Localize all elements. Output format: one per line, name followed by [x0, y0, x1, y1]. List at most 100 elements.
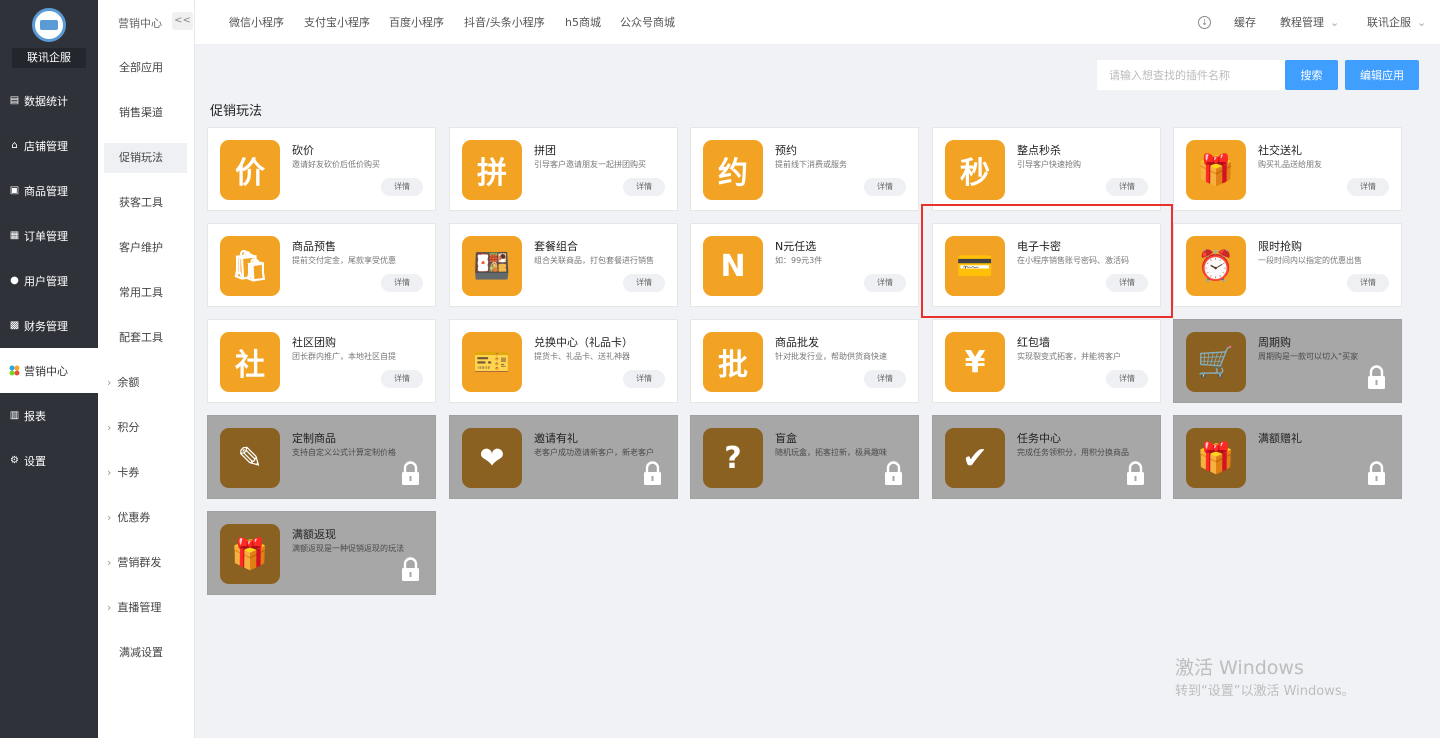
plugin-card[interactable]: ✎ 定制商品 支持自定义公式计算定制价格 [207, 415, 436, 499]
plugin-desc: 购买礼品送给朋友 [1258, 160, 1322, 169]
plugin-desc: 提前线下消费或服务 [775, 160, 847, 169]
plugin-card[interactable]: ? 盲盒 随机玩盒，拓客拉新，极具趣味 [690, 415, 919, 499]
plugin-card[interactable]: 🛒 周期购 周期购是一款可以切入“买家 [1173, 319, 1402, 403]
subnav-item-7[interactable]: 余额 [104, 368, 187, 398]
tab-platform-2[interactable]: 百度小程序 [389, 0, 444, 45]
subnav-item-2[interactable]: 促销玩法 [104, 143, 187, 173]
subnav-item-4[interactable]: 客户维护 [104, 233, 187, 263]
download-icon[interactable]: ↓ [1198, 16, 1211, 29]
sidebar-item-label: 报表 [24, 409, 46, 423]
sidebar-item-2[interactable]: ▣ 商品管理 [0, 168, 98, 213]
detail-button[interactable]: 详情 [1106, 274, 1148, 292]
shop-icon: ⌂ [11, 140, 18, 151]
app-logo[interactable] [32, 8, 66, 42]
detail-button[interactable]: 详情 [1106, 178, 1148, 196]
detail-button[interactable]: 详情 [864, 370, 906, 388]
subnav-item-11[interactable]: 营销群发 [104, 548, 187, 578]
detail-button[interactable]: 详情 [623, 370, 665, 388]
plugin-card[interactable]: 🍱 套餐组合 组合关联商品，打包套餐进行销售 详情 [449, 223, 678, 307]
plugin-card[interactable]: 社社区团购 团长群内推广，本地社区自提 详情 [207, 319, 436, 403]
subnav-item-5[interactable]: 常用工具 [104, 278, 187, 308]
lock-icon [1367, 365, 1386, 389]
plugin-name: 盲盒 [775, 432, 797, 445]
subnav-item-9[interactable]: 卡券 [104, 458, 187, 488]
plugin-card[interactable]: ¥ 红包墙 实现裂变式拓客，并能将客户 详情 [932, 319, 1161, 403]
detail-button[interactable]: 详情 [864, 274, 906, 292]
plugin-card[interactable]: 批商品批发 针对批发行业，帮助供货商快速 详情 [690, 319, 919, 403]
plugin-card[interactable]: ⏰ 限时抢购 一段时间内以指定的优惠出售 详情 [1173, 223, 1402, 307]
sidebar-item-8[interactable]: ⚙ 设置 [0, 438, 98, 483]
subnav-item-3[interactable]: 获客工具 [104, 188, 187, 218]
detail-button[interactable]: 详情 [381, 370, 423, 388]
user-menu[interactable]: 联讯企服 ⌄ [1367, 0, 1426, 45]
plugin-card[interactable]: 🎫 兑换中心（礼品卡） 提货卡、礼品卡、送礼神器 详情 [449, 319, 678, 403]
subnav-item-8[interactable]: 积分 [104, 413, 187, 443]
plugin-card[interactable]: 🛍 商品预售 提前交付定金，尾款享受优惠 详情 [207, 223, 436, 307]
plugin-card[interactable]: ❤ 邀请有礼 老客户成功邀请新客户，新老客户 [449, 415, 678, 499]
plugin-icon: 约 [703, 140, 763, 200]
plugin-card[interactable]: 约预约 提前线下消费或服务 详情 [690, 127, 919, 211]
detail-button[interactable]: 详情 [381, 274, 423, 292]
tab-platform-5[interactable]: 公众号商城 [620, 0, 675, 45]
subnav-item-6[interactable]: 配套工具 [104, 323, 187, 353]
detail-button[interactable]: 详情 [1106, 370, 1148, 388]
plugin-icon: 秒 [945, 140, 1005, 200]
plugin-card[interactable]: 🎁 满额返现 满额返现是一种促销返现的玩法 [207, 511, 436, 595]
plugin-name: 商品批发 [775, 336, 819, 349]
sidebar-item-6[interactable]: 营销中心 [0, 348, 98, 393]
plugin-card[interactable]: N N元任选 如：99元3件 详情 [690, 223, 919, 307]
subnav-item-13[interactable]: 满减设置 [104, 638, 187, 668]
detail-button[interactable]: 详情 [1347, 178, 1389, 196]
tab-platform-1[interactable]: 支付宝小程序 [304, 0, 370, 45]
search-input[interactable] [1097, 60, 1285, 90]
subnav-item-12[interactable]: 直播管理 [104, 593, 187, 623]
plugin-card[interactable]: 秒整点秒杀 引导客户快速抢购 详情 [932, 127, 1161, 211]
plugin-name: 红包墙 [1017, 336, 1050, 349]
order-icon: ▦ [9, 230, 20, 241]
tab-platform-4[interactable]: h5商城 [565, 0, 601, 45]
collapse-button[interactable]: << [172, 12, 193, 30]
plugin-name: 套餐组合 [534, 240, 578, 253]
tab-platform-3[interactable]: 抖音/头条小程序 [464, 0, 545, 45]
plugin-card[interactable]: 🎁 社交送礼 购买礼品送给朋友 详情 [1173, 127, 1402, 211]
tab-platform-0[interactable]: 微信小程序 [229, 0, 284, 45]
lock-icon [401, 557, 420, 581]
sidebar-item-5[interactable]: ▩ 财务管理 [0, 303, 98, 348]
plugin-desc: 邀请好友砍价后低价购买 [292, 160, 380, 169]
chevron-down-icon: ⌄ [1330, 16, 1340, 29]
sidebar-item-label: 数据统计 [24, 94, 68, 108]
edit-apps-button[interactable]: 编辑应用 [1345, 60, 1419, 90]
plugin-card[interactable]: 🎁 满额赠礼 [1173, 415, 1402, 499]
goods-icon: ▣ [9, 185, 20, 196]
plugin-card[interactable]: 拼拼团 引导客户邀请朋友一起拼团购买 详情 [449, 127, 678, 211]
sidebar-item-4[interactable]: ● 用户管理 [0, 258, 98, 303]
plugin-icon: ¥ [945, 332, 1005, 392]
plugin-desc: 在小程序销售账号密码、激活码 [1017, 256, 1129, 265]
plugin-name: 社区团购 [292, 336, 336, 349]
detail-button[interactable]: 详情 [1347, 274, 1389, 292]
sidebar-item-3[interactable]: ▦ 订单管理 [0, 213, 98, 258]
plugin-icon: 批 [703, 332, 763, 392]
detail-button[interactable]: 详情 [864, 178, 906, 196]
plugin-icon: 💳 [945, 236, 1005, 296]
plugin-icon: 价 [220, 140, 280, 200]
sidebar-item-0[interactable]: ▤ 数据统计 [0, 78, 98, 123]
plugin-desc: 满额返现是一种促销返现的玩法 [292, 544, 404, 553]
detail-button[interactable]: 详情 [623, 274, 665, 292]
detail-button[interactable]: 详情 [623, 178, 665, 196]
detail-button[interactable]: 详情 [381, 178, 423, 196]
plugin-icon: 🍱 [462, 236, 522, 296]
tutorial-menu[interactable]: 教程管理 ⌄ [1280, 0, 1339, 45]
sidebar-item-7[interactable]: ▥ 报表 [0, 393, 98, 438]
subnav-item-10[interactable]: 优惠券 [104, 503, 187, 533]
search-button[interactable]: 搜索 [1285, 60, 1338, 90]
sidebar-item-1[interactable]: ⌂ 店铺管理 [0, 123, 98, 168]
plugin-desc: 提前交付定金，尾款享受优惠 [292, 256, 396, 265]
windows-watermark-hint: 转到“设置”以激活 Windows。 [1175, 684, 1355, 699]
subnav-item-1[interactable]: 销售渠道 [104, 98, 187, 128]
cache-link[interactable]: 缓存 [1234, 0, 1256, 45]
subnav-item-0[interactable]: 全部应用 [104, 53, 187, 83]
plugin-card[interactable]: 💳 电子卡密 在小程序销售账号密码、激活码 详情 [932, 223, 1161, 307]
plugin-card[interactable]: ✔ 任务中心 完成任务领积分，用积分换商品 [932, 415, 1161, 499]
plugin-card[interactable]: 价砍价 邀请好友砍价后低价购买 详情 [207, 127, 436, 211]
